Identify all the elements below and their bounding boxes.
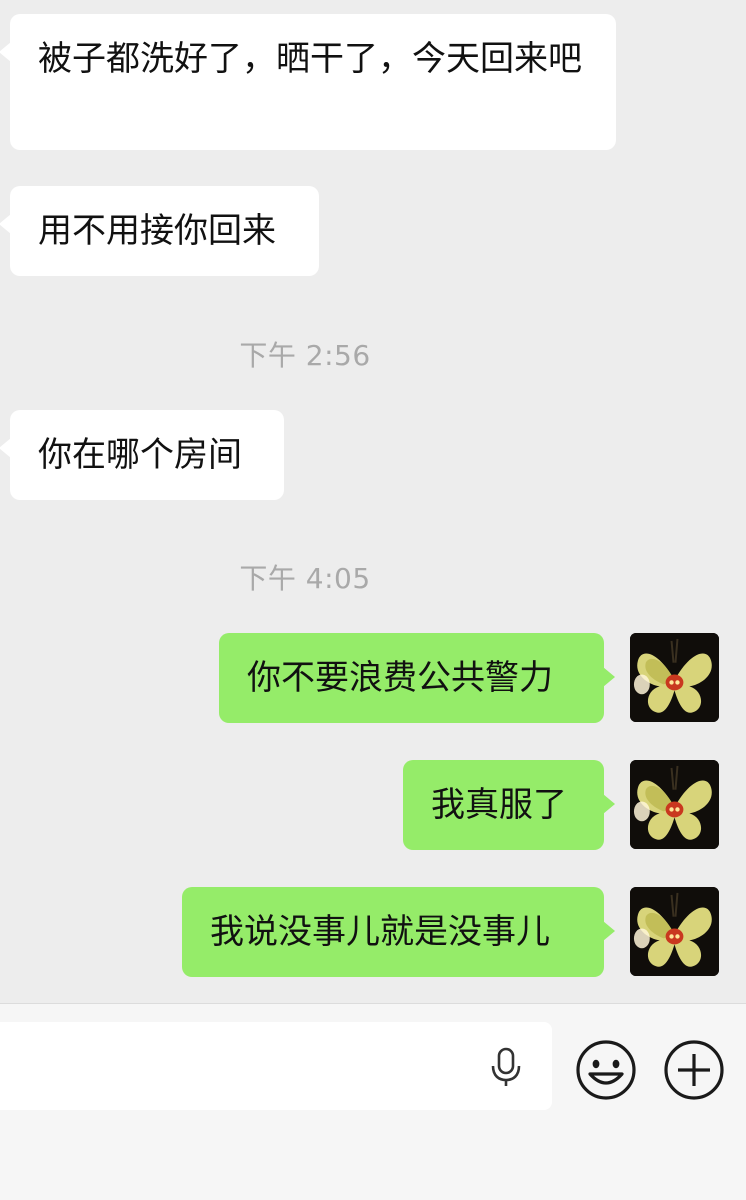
message-text: 你不要浪费公共警力 bbox=[247, 658, 553, 698]
message-text: 用不用接你回来 bbox=[38, 211, 276, 251]
plus-icon[interactable] bbox=[662, 1038, 726, 1102]
chat-message-list[interactable]: 被子都洗好了，晒干了，今天回来吧 用不用接你回来 下午 2:56 你在哪个房间 … bbox=[0, 0, 746, 1003]
incoming-message-bubble[interactable]: 你在哪个房间 bbox=[0, 410, 284, 500]
butterfly-avatar-image bbox=[630, 633, 719, 722]
emoji-icon[interactable] bbox=[574, 1038, 638, 1102]
message-text: 你在哪个房间 bbox=[38, 435, 242, 475]
incoming-message-bubble[interactable]: 被子都洗好了，晒干了，今天回来吧 bbox=[0, 14, 616, 150]
input-bar bbox=[0, 1003, 746, 1200]
message-input[interactable] bbox=[20, 1022, 460, 1110]
avatar[interactable] bbox=[630, 760, 719, 849]
timestamp: 下午 4:05 bbox=[239, 562, 371, 595]
timestamp: 下午 2:56 bbox=[239, 339, 371, 372]
message-text: 被子都洗好了，晒干了，今天回来吧 bbox=[38, 39, 582, 79]
message-text: 我真服了 bbox=[431, 785, 567, 825]
incoming-message-bubble[interactable]: 用不用接你回来 bbox=[0, 186, 319, 276]
microphone-icon[interactable] bbox=[486, 1046, 526, 1088]
message-input-container[interactable] bbox=[0, 1022, 552, 1110]
message-text: 我说没事儿就是没事儿 bbox=[210, 912, 550, 952]
outgoing-message-bubble[interactable]: 你不要浪费公共警力 bbox=[219, 633, 615, 723]
outgoing-message-bubble[interactable]: 我真服了 bbox=[403, 760, 615, 850]
avatar[interactable] bbox=[630, 887, 719, 976]
avatar[interactable] bbox=[630, 633, 719, 722]
butterfly-avatar-image bbox=[630, 760, 719, 849]
butterfly-avatar-image bbox=[630, 887, 719, 976]
outgoing-message-bubble[interactable]: 我说没事儿就是没事儿 bbox=[182, 887, 615, 977]
